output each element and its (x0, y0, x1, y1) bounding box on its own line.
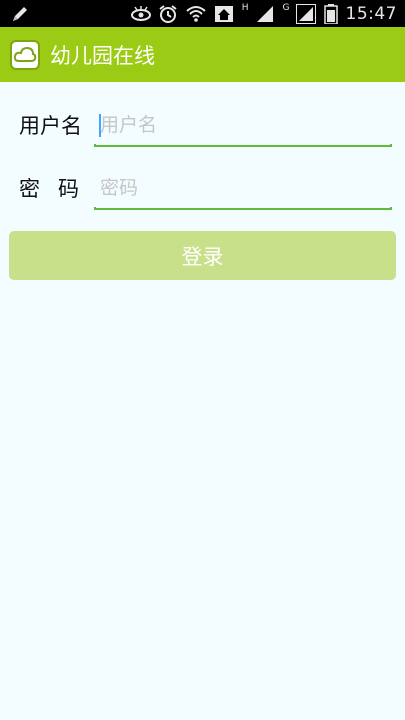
status-time: 15:47 (345, 3, 397, 24)
signal-icon-2 (295, 3, 318, 24)
network-type-g: G (282, 2, 290, 13)
edit-icon (10, 4, 30, 24)
cloud-icon (10, 39, 40, 70)
username-label: 用户名 (19, 114, 82, 138)
username-underline (94, 144, 392, 147)
password-input[interactable] (94, 167, 392, 209)
password-label: 密码 (19, 177, 97, 201)
wifi-icon (186, 4, 208, 24)
eye-icon (130, 4, 152, 24)
action-bar: 幼儿园在线 (0, 27, 405, 82)
login-button[interactable]: 登录 (9, 231, 396, 280)
battery-icon (323, 3, 338, 25)
home-icon (214, 4, 236, 24)
signal-icon (255, 4, 277, 24)
password-underline (94, 207, 392, 210)
username-row: 用户名 (0, 100, 405, 150)
password-row: 密码 (0, 163, 405, 213)
status-icons: H G 15:47 (130, 0, 397, 27)
status-bar: H G 15:47 (0, 0, 405, 27)
network-type-h: H (241, 2, 249, 13)
username-input[interactable] (94, 104, 392, 146)
text-cursor (99, 114, 101, 137)
app-title: 幼儿园在线 (50, 43, 155, 68)
alarm-icon (158, 4, 180, 24)
